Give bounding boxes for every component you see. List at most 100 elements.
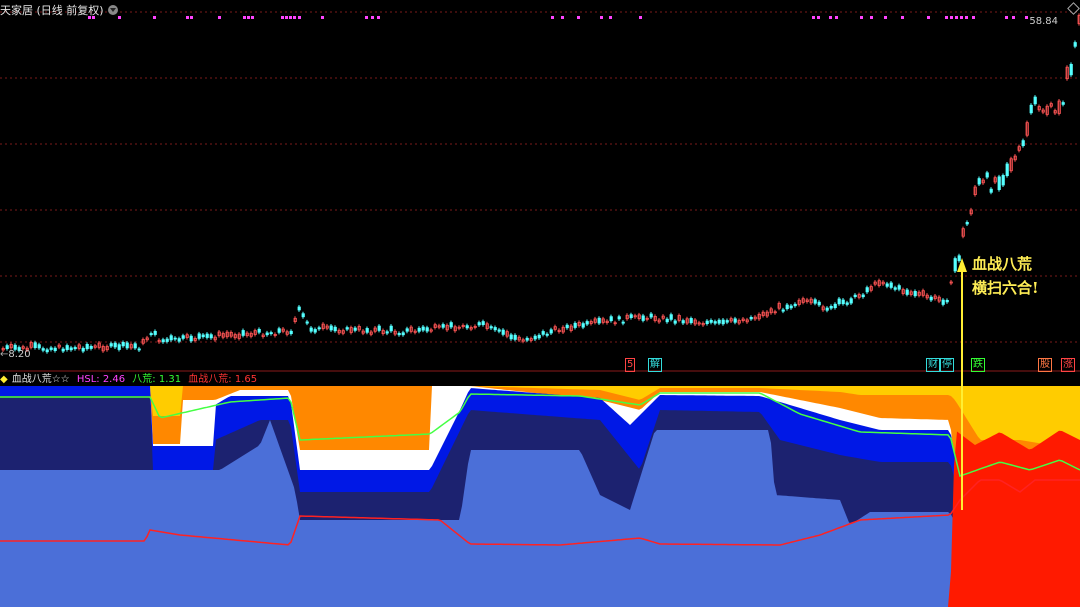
signal-dot [1005,16,1008,19]
candle-body [177,338,181,342]
signal-dot [609,16,612,19]
candle-body [1029,104,1033,114]
annotation-text: 血战八荒 横扫六合! [972,252,1039,300]
signal-dot [186,16,189,19]
indicator-header[interactable]: ◆ 血战八荒☆☆ HSL: 2.46 八荒: 1.31 血战八荒: 1.65 [0,370,261,385]
candle-body [329,325,333,331]
event-badge[interactable]: 5 [625,358,636,372]
candle-body [629,314,633,318]
candle-body [497,329,501,332]
candle-body [705,320,709,325]
signal-dot [960,16,963,19]
candle-body [365,328,369,333]
signal-dot [243,16,246,19]
signal-dot [955,16,958,19]
candle-body [929,296,933,301]
candle-body [889,282,893,288]
event-badge[interactable]: 股 [1038,358,1052,372]
candle-body [941,299,945,305]
signal-dot [321,16,324,19]
candle-body [609,316,613,322]
candle-body [549,329,553,334]
candle-body [673,320,677,324]
xuezhan-label: 血战八荒: 1.65 [188,374,258,385]
candle-body [597,317,601,324]
candle-body [1005,163,1009,177]
candle-body [317,327,321,330]
chart-title[interactable]: 天家居 (日线 前复权) [0,2,118,18]
candle-body [109,343,113,347]
candle-body [489,326,493,329]
candle-body [277,328,281,333]
candle-body [893,287,897,290]
candle-body [481,321,485,325]
candle-body [641,315,645,321]
candle-body [509,334,513,340]
candle-body [905,289,909,295]
signal-dot [247,16,250,19]
signal-dot [289,16,292,19]
price-low-label: ←8.20 [0,349,31,360]
event-badge[interactable]: 解 [648,358,662,372]
indicator-name[interactable]: 血战八荒☆☆ [12,374,70,385]
signal-dot [251,16,254,19]
candle-body [345,327,349,330]
candle-body [117,344,121,350]
event-badge[interactable]: 停 [940,358,954,372]
candle-body [149,333,153,336]
signal-dot [118,16,121,19]
candle-body [713,321,717,324]
candle-body [665,318,669,323]
chevron-down-icon[interactable] [107,5,118,15]
candle-body [957,255,961,262]
signal-dot [972,16,975,19]
candle-body [125,342,129,349]
candle-body [793,303,797,307]
signal-dot [218,16,221,19]
candle-body [1069,63,1073,76]
signal-dot [950,16,953,19]
candle-body [401,332,405,336]
candle-body [853,294,857,298]
event-badge[interactable]: 跌 [971,358,985,372]
candle-body [309,327,313,332]
event-badge[interactable]: 涨 [1061,358,1075,372]
signal-dot [293,16,296,19]
signal-dots [88,16,1028,19]
signal-dot [829,16,832,19]
event-badge[interactable]: 财 [926,358,940,372]
candle-body [689,318,693,324]
candle-body [781,309,785,312]
candle-body [405,328,409,332]
annotation-line-1: 血战八荒 [972,255,1033,273]
candle-body [897,285,901,290]
signal-dot [577,16,580,19]
signal-dot [812,16,815,19]
candle-body [829,306,833,309]
signal-dot [281,16,284,19]
candle-body [449,322,453,328]
signal-dot [965,16,968,19]
candle-body [301,313,305,318]
candle-body [525,337,529,341]
candle-body [1073,42,1077,47]
signal-dot [860,16,863,19]
candle-body [333,326,337,332]
candle-body [289,330,293,335]
candle-body [181,335,185,339]
candle-body [565,324,569,329]
candle-body [985,172,989,178]
candle-body [201,334,205,338]
candle-body [189,335,193,342]
signal-dot [298,16,301,19]
candle-body [717,319,721,324]
candle-body [313,329,317,333]
candle-body [169,335,173,341]
candle-body [425,327,429,332]
candle-body [849,298,853,304]
annotation-line-2: 横扫六合! [972,279,1039,297]
candle-body [441,324,445,328]
candle-body [585,321,589,325]
candle-body [977,178,981,185]
candle-body [1021,140,1025,147]
